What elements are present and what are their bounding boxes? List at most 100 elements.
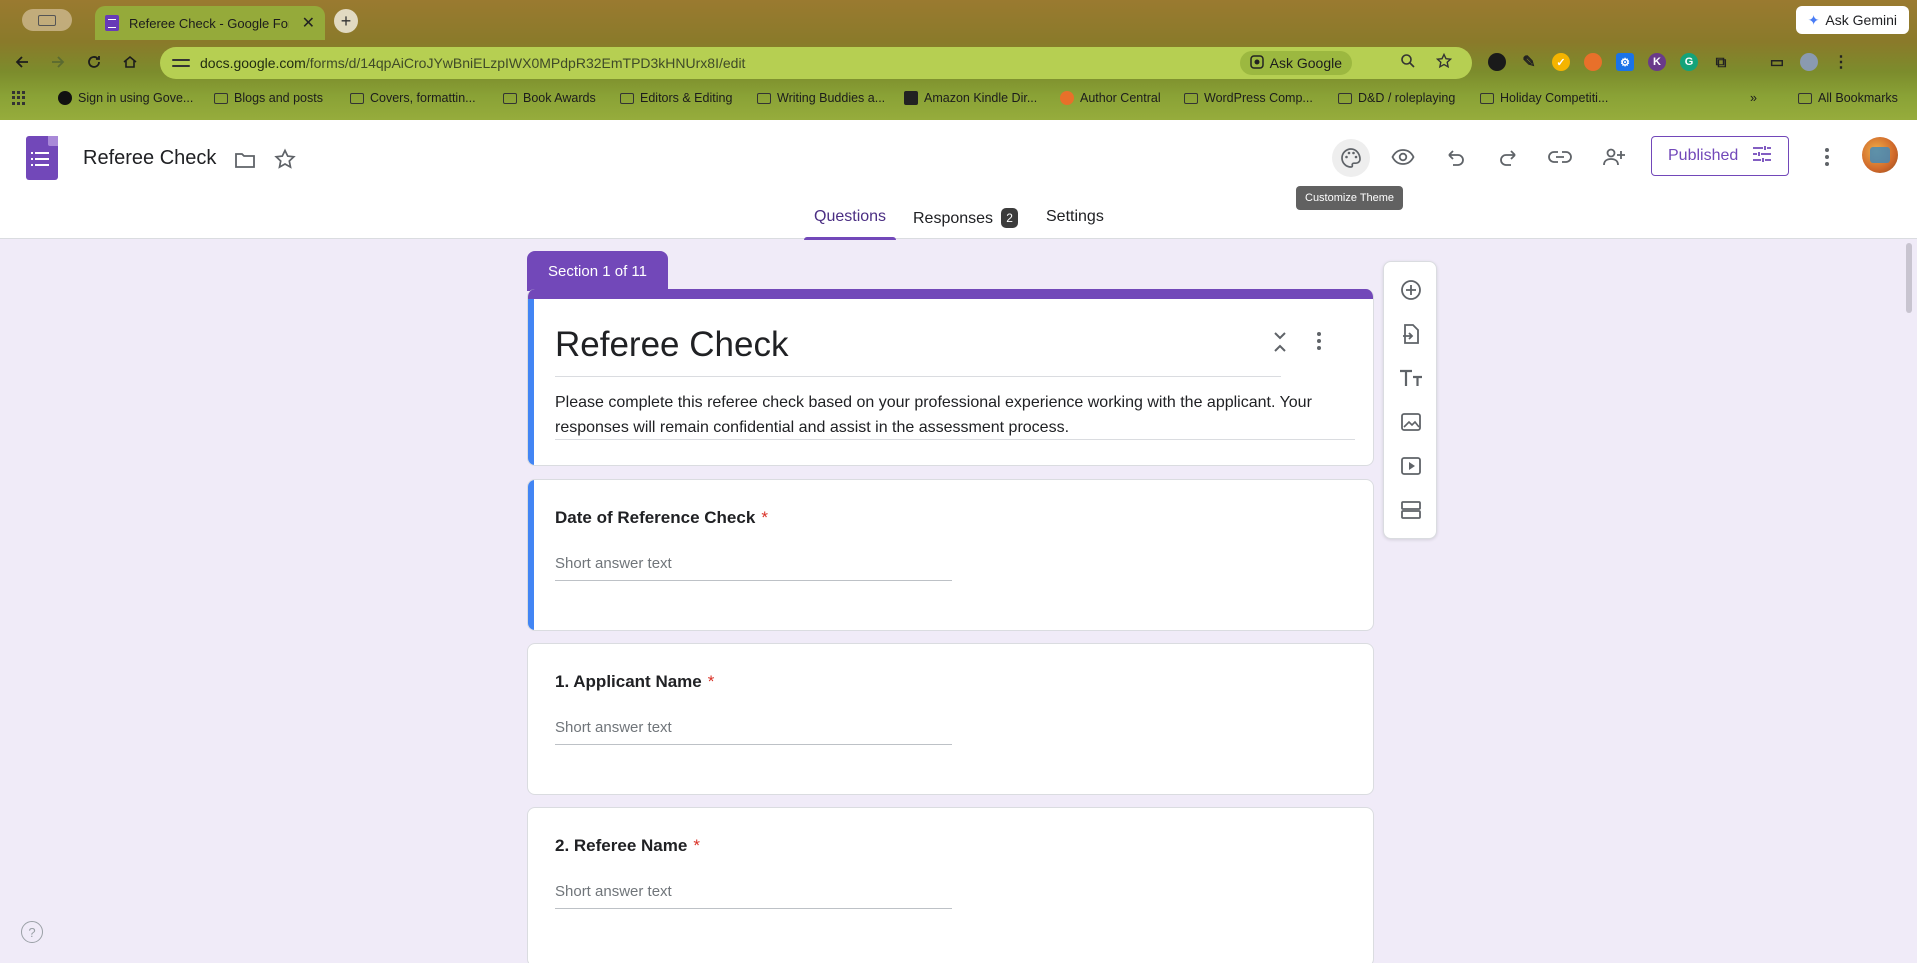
folder-icon bbox=[214, 92, 228, 104]
redo-icon[interactable] bbox=[1490, 139, 1526, 175]
bookmark-folder[interactable]: Book Awards bbox=[503, 91, 596, 105]
extension-orange-icon[interactable] bbox=[1584, 53, 1602, 71]
account-avatar[interactable] bbox=[1862, 137, 1898, 173]
bookmark-folder[interactable]: D&D / roleplaying bbox=[1338, 91, 1455, 105]
bookmark-folder[interactable]: Covers, formattin... bbox=[350, 91, 476, 105]
question-title: 1. Applicant Name * bbox=[555, 672, 714, 692]
reading-list-icon[interactable]: ▭ bbox=[1768, 53, 1786, 71]
browser-tab-active[interactable]: Referee Check - Google Forms ✕ bbox=[95, 6, 325, 40]
add-image-icon[interactable] bbox=[1397, 408, 1425, 436]
required-asterisk: * bbox=[693, 836, 700, 855]
move-to-folder-icon[interactable] bbox=[227, 142, 263, 178]
question-title: Date of Reference Check * bbox=[555, 508, 768, 528]
answer-underline bbox=[555, 908, 952, 909]
extension-checkmark-icon[interactable]: ✓ bbox=[1552, 53, 1570, 71]
ask-gemini-button[interactable]: ✦ Ask Gemini bbox=[1795, 6, 1909, 34]
apps-grid-icon[interactable] bbox=[12, 91, 26, 105]
form-tabs: Questions Responses 2 Settings bbox=[0, 208, 1917, 240]
bookmark-label: Book Awards bbox=[523, 91, 596, 105]
tab-settings-label: Settings bbox=[1046, 208, 1104, 225]
published-button[interactable]: Published bbox=[1651, 136, 1789, 176]
section-more-options-icon[interactable] bbox=[1316, 331, 1322, 356]
home-icon[interactable] bbox=[118, 50, 142, 74]
form-title-card[interactable]: Referee Check Please complete this refer… bbox=[527, 289, 1374, 466]
undo-icon[interactable] bbox=[1438, 139, 1474, 175]
import-questions-icon[interactable] bbox=[1397, 320, 1425, 348]
extensions-row: ✎ ✓ ⚙ K G ⧉ ▭ ⋮ bbox=[1488, 50, 1850, 74]
tab-search-button[interactable] bbox=[22, 9, 72, 31]
profile-avatar-icon[interactable] bbox=[1800, 53, 1818, 71]
customize-theme-palette-icon[interactable] bbox=[1332, 139, 1370, 177]
new-tab-button[interactable]: + bbox=[334, 9, 358, 33]
forms-favicon-icon bbox=[105, 15, 119, 31]
browser-menu-icon[interactable]: ⋮ bbox=[1832, 53, 1850, 71]
bookmark-star-icon[interactable] bbox=[1435, 52, 1453, 74]
collapse-section-icon[interactable] bbox=[1273, 331, 1287, 358]
bookmark-folder[interactable]: Holiday Competiti... bbox=[1480, 91, 1608, 105]
tab-settings[interactable]: Settings bbox=[1046, 208, 1104, 240]
page-scrollbar[interactable] bbox=[1906, 243, 1912, 313]
bookmark-item[interactable]: Author Central bbox=[1060, 91, 1161, 105]
bookmark-folder[interactable]: Blogs and posts bbox=[214, 91, 323, 105]
all-bookmarks-button[interactable]: All Bookmarks bbox=[1798, 91, 1898, 105]
preview-eye-icon[interactable] bbox=[1385, 139, 1421, 175]
extension-pen-icon[interactable]: ✎ bbox=[1520, 53, 1538, 71]
add-section-icon[interactable] bbox=[1397, 496, 1425, 524]
tab-questions[interactable]: Questions bbox=[804, 208, 897, 240]
site-info-icon[interactable] bbox=[172, 54, 190, 72]
star-icon[interactable] bbox=[267, 141, 303, 177]
ask-gemini-label: Ask Gemini bbox=[1825, 12, 1897, 28]
question-title: 2. Referee Name * bbox=[555, 836, 700, 856]
bookmark-folder[interactable]: WordPress Comp... bbox=[1184, 91, 1313, 105]
extension-k-icon[interactable]: K bbox=[1648, 53, 1666, 71]
add-title-description-icon[interactable] bbox=[1397, 364, 1425, 392]
tab-responses-label: Responses bbox=[913, 210, 994, 227]
copy-link-icon[interactable] bbox=[1542, 139, 1578, 175]
bookmark-folder[interactable]: Editors & Editing bbox=[620, 91, 732, 105]
more-bookmarks-button[interactable]: » bbox=[1750, 91, 1757, 105]
bookmark-label: Writing Buddies a... bbox=[777, 91, 886, 105]
amazon-favicon-icon bbox=[904, 91, 918, 105]
more-options-icon[interactable] bbox=[1809, 139, 1845, 175]
ask-google-button[interactable]: Ask Google bbox=[1239, 51, 1352, 75]
extension-gear-icon[interactable]: ⚙ bbox=[1616, 53, 1634, 71]
bookmark-folder[interactable]: Writing Buddies a... bbox=[757, 91, 885, 105]
url-host: docs.google.com bbox=[200, 55, 306, 71]
add-video-icon[interactable] bbox=[1397, 452, 1425, 480]
zoom-icon[interactable] bbox=[1400, 53, 1416, 74]
form-description[interactable]: Please complete this referee check based… bbox=[555, 390, 1355, 440]
bookmark-label: WordPress Comp... bbox=[1204, 91, 1313, 105]
customize-theme-tooltip: Customize Theme bbox=[1296, 186, 1404, 210]
question-toolbar bbox=[1383, 261, 1437, 539]
extension-chatgpt-icon[interactable] bbox=[1488, 53, 1506, 71]
add-collaborator-icon[interactable] bbox=[1596, 139, 1632, 175]
bookmark-label: Blogs and posts bbox=[234, 91, 323, 105]
tab-overview-icon bbox=[38, 14, 56, 26]
bookmark-label: Holiday Competiti... bbox=[1500, 91, 1609, 105]
back-arrow-icon[interactable] bbox=[10, 50, 34, 74]
extension-grammarly-icon[interactable]: G bbox=[1680, 53, 1698, 71]
document-title[interactable]: Referee Check bbox=[83, 147, 216, 170]
question-card[interactable]: Date of Reference Check * Short answer te… bbox=[527, 479, 1374, 631]
forward-arrow-icon[interactable] bbox=[46, 50, 70, 74]
bookmark-item[interactable]: Sign in using Gove... bbox=[58, 91, 193, 105]
bookmark-item[interactable]: Amazon Kindle Dir... bbox=[904, 91, 1037, 105]
all-bookmarks-label: All Bookmarks bbox=[1818, 91, 1898, 105]
tab-close-icon[interactable]: ✕ bbox=[302, 13, 315, 33]
reload-icon[interactable] bbox=[82, 50, 106, 74]
add-question-icon[interactable] bbox=[1397, 276, 1425, 304]
tab-responses[interactable]: Responses 2 bbox=[913, 208, 1019, 240]
folder-icon bbox=[620, 92, 634, 104]
ask-google-label: Ask Google bbox=[1269, 55, 1342, 71]
form-title[interactable]: Referee Check bbox=[555, 325, 788, 365]
focus-indicator-bar bbox=[528, 480, 534, 630]
forms-logo-icon[interactable] bbox=[26, 136, 58, 180]
title-underline bbox=[555, 376, 1281, 377]
folder-icon bbox=[757, 92, 771, 104]
address-bar[interactable]: docs.google.com/forms/d/14qpAiCroJYwBniE… bbox=[160, 47, 1472, 79]
extensions-puzzle-icon[interactable]: ⧉ bbox=[1712, 53, 1730, 71]
lens-icon bbox=[1249, 54, 1264, 72]
help-icon[interactable]: ? bbox=[21, 921, 43, 943]
question-card[interactable]: 1. Applicant Name * Short answer text bbox=[527, 643, 1374, 795]
question-card[interactable]: 2. Referee Name * Short answer text bbox=[527, 807, 1374, 963]
